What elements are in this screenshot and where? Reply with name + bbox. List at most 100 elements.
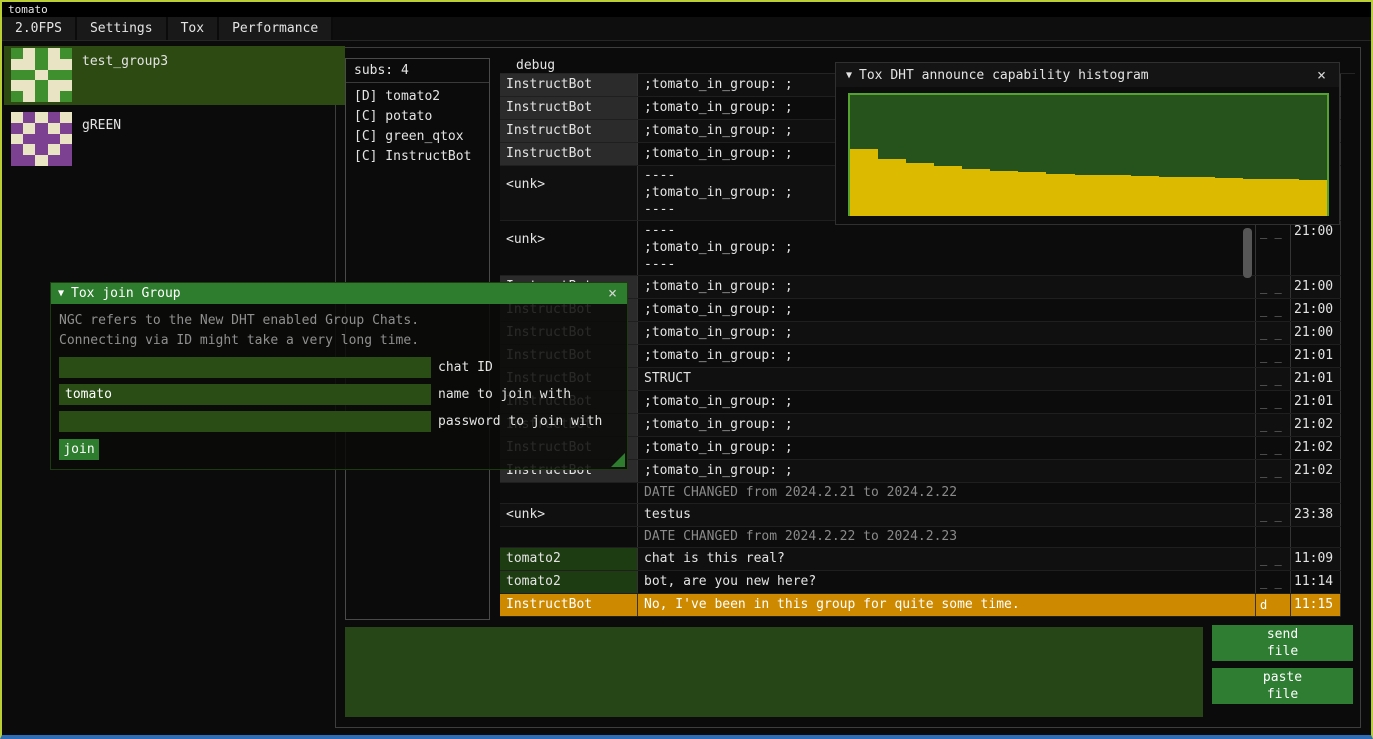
chat-message-row[interactable]: tomato2chat is this real?_ _11:09 (500, 548, 1341, 571)
chat-message-flags: _ _ (1256, 437, 1291, 459)
histogram-bar (1187, 177, 1215, 216)
avatar-pixel (35, 70, 47, 81)
subs-list-item[interactable]: [C] InstructBot (346, 147, 489, 167)
group-name-label: gREEN (82, 118, 121, 169)
date-row-spacer (1256, 527, 1291, 547)
join-button[interactable]: join (59, 439, 99, 460)
join-description-line: NGC refers to the New DHT enabled Group … (59, 311, 619, 331)
send-file-button[interactable]: send file (1212, 625, 1353, 661)
join-description-line: Connecting via ID might take a very long… (59, 331, 619, 351)
avatar-pixel (11, 112, 23, 123)
chat-message-time: 21:02 (1291, 437, 1341, 459)
menu-item-2-0fps: 2.0FPS (2, 17, 77, 40)
histogram-bar (1159, 177, 1187, 216)
menu-bar: 2.0FPSSettingsToxPerformance (2, 17, 1371, 41)
close-icon[interactable]: × (605, 286, 620, 301)
chat-message-text: chat is this real? (638, 548, 1256, 570)
chat-message-time: 21:01 (1291, 368, 1341, 390)
join-group-titlebar[interactable]: ▼ Tox join Group × (51, 283, 627, 304)
chat-message-row[interactable]: <unk>----;tomato_in_group: ;----_ _21:00 (500, 221, 1341, 276)
chat-sender: tomato2 (500, 571, 638, 593)
collapse-icon[interactable]: ▼ (846, 70, 852, 81)
chat-message-flags: _ _ (1256, 460, 1291, 482)
avatar-pixel (48, 48, 60, 59)
histogram-bar (1075, 175, 1103, 216)
chat-scrollbar[interactable] (1243, 228, 1252, 278)
join-field-label: chat ID (438, 357, 493, 378)
chat-message-text: ----;tomato_in_group: ;---- (638, 221, 1256, 275)
chat-message-row[interactable]: InstructBotNo, I've been in this group f… (500, 594, 1341, 617)
histogram-bar (850, 149, 878, 216)
chat-message-time: 21:02 (1291, 414, 1341, 436)
avatar-pixel (11, 134, 23, 145)
password-to-join-with-input[interactable] (59, 411, 431, 432)
avatar-pixel (60, 123, 72, 134)
chat-message-row[interactable]: <unk>testus_ _23:38 (500, 504, 1341, 527)
chat-message-time: 11:09 (1291, 548, 1341, 570)
sidebar-group-test-group3[interactable]: test_group3 (4, 46, 345, 105)
avatar-pixel (35, 155, 47, 166)
chat-message-flags: _ _ (1256, 345, 1291, 367)
subs-header: subs: 4 (346, 59, 489, 83)
histogram-titlebar[interactable]: ▼ Tox DHT announce capability histogram … (836, 63, 1339, 87)
chat-message-flags: _ _ (1256, 571, 1291, 593)
join-field-label: password to join with (438, 411, 602, 432)
chat-message-row[interactable]: tomato2bot, are you new here?_ _11:14 (500, 571, 1341, 594)
avatar-pixel (23, 134, 35, 145)
chat-sender: InstructBot (500, 74, 638, 96)
avatar-pixel (48, 70, 60, 81)
chat-sender: InstructBot (500, 120, 638, 142)
subs-list-item[interactable]: [C] potato (346, 107, 489, 127)
join-field-label: name to join with (438, 384, 571, 405)
chat-sender: <unk> (500, 166, 638, 220)
avatar-pixel (11, 123, 23, 134)
avatar-pixel (60, 70, 72, 81)
histogram-bars (850, 95, 1327, 216)
date-row-spacer (500, 483, 638, 503)
chat-message-time: 21:00 (1291, 299, 1341, 321)
subs-list-item[interactable]: [C] green_qtox (346, 127, 489, 147)
menu-item-performance[interactable]: Performance (219, 17, 333, 40)
avatar-pixel (35, 123, 47, 134)
date-row-spacer (500, 527, 638, 547)
avatar-pixel (11, 48, 23, 59)
avatar-pixel (11, 70, 23, 81)
date-changed-text: DATE CHANGED from 2024.2.22 to 2024.2.23 (638, 527, 1256, 547)
avatar-pixel (23, 112, 35, 123)
histogram-bar (878, 159, 906, 216)
avatar-pixel (48, 123, 60, 134)
histogram-bar (1046, 174, 1074, 216)
avatar-pixel (60, 134, 72, 145)
chat-sender: InstructBot (500, 594, 638, 616)
menu-item-settings[interactable]: Settings (77, 17, 168, 40)
avatar-pixel (35, 80, 47, 91)
chat-message-text: ;tomato_in_group: ; (638, 391, 1256, 413)
chat-message-time: 21:00 (1291, 221, 1341, 275)
avatar-pixel (60, 112, 72, 123)
name-to-join-with-input[interactable] (59, 384, 431, 405)
join-field-row: chat ID (59, 357, 619, 378)
paste-file-button[interactable]: paste file (1212, 668, 1353, 704)
avatar-pixel (48, 155, 60, 166)
avatar-pixel (11, 59, 23, 70)
date-row-spacer (1291, 527, 1341, 547)
histogram-bar (962, 169, 990, 216)
collapse-icon[interactable]: ▼ (58, 288, 64, 299)
subs-list-item[interactable]: [D] tomato2 (346, 87, 489, 107)
sidebar-group-green[interactable]: gREEN (4, 110, 345, 169)
chat-message-time: 23:38 (1291, 504, 1341, 526)
message-input[interactable] (345, 627, 1203, 717)
chat-id-input[interactable] (59, 357, 431, 378)
resize-grip-icon[interactable] (611, 453, 625, 467)
avatar-pixel (48, 80, 60, 91)
menu-item-tox[interactable]: Tox (168, 17, 219, 40)
chat-message-text: ;tomato_in_group: ; (638, 414, 1256, 436)
chat-message-text: bot, are you new here? (638, 571, 1256, 593)
close-icon[interactable]: × (1314, 68, 1329, 83)
avatar-pixel (60, 155, 72, 166)
avatar-pixel (60, 80, 72, 91)
date-changed-row: DATE CHANGED from 2024.2.21 to 2024.2.22 (500, 483, 1341, 504)
avatar-pixel (60, 48, 72, 59)
join-group-window-title: Tox join Group (71, 286, 605, 301)
histogram-chart (848, 93, 1329, 216)
